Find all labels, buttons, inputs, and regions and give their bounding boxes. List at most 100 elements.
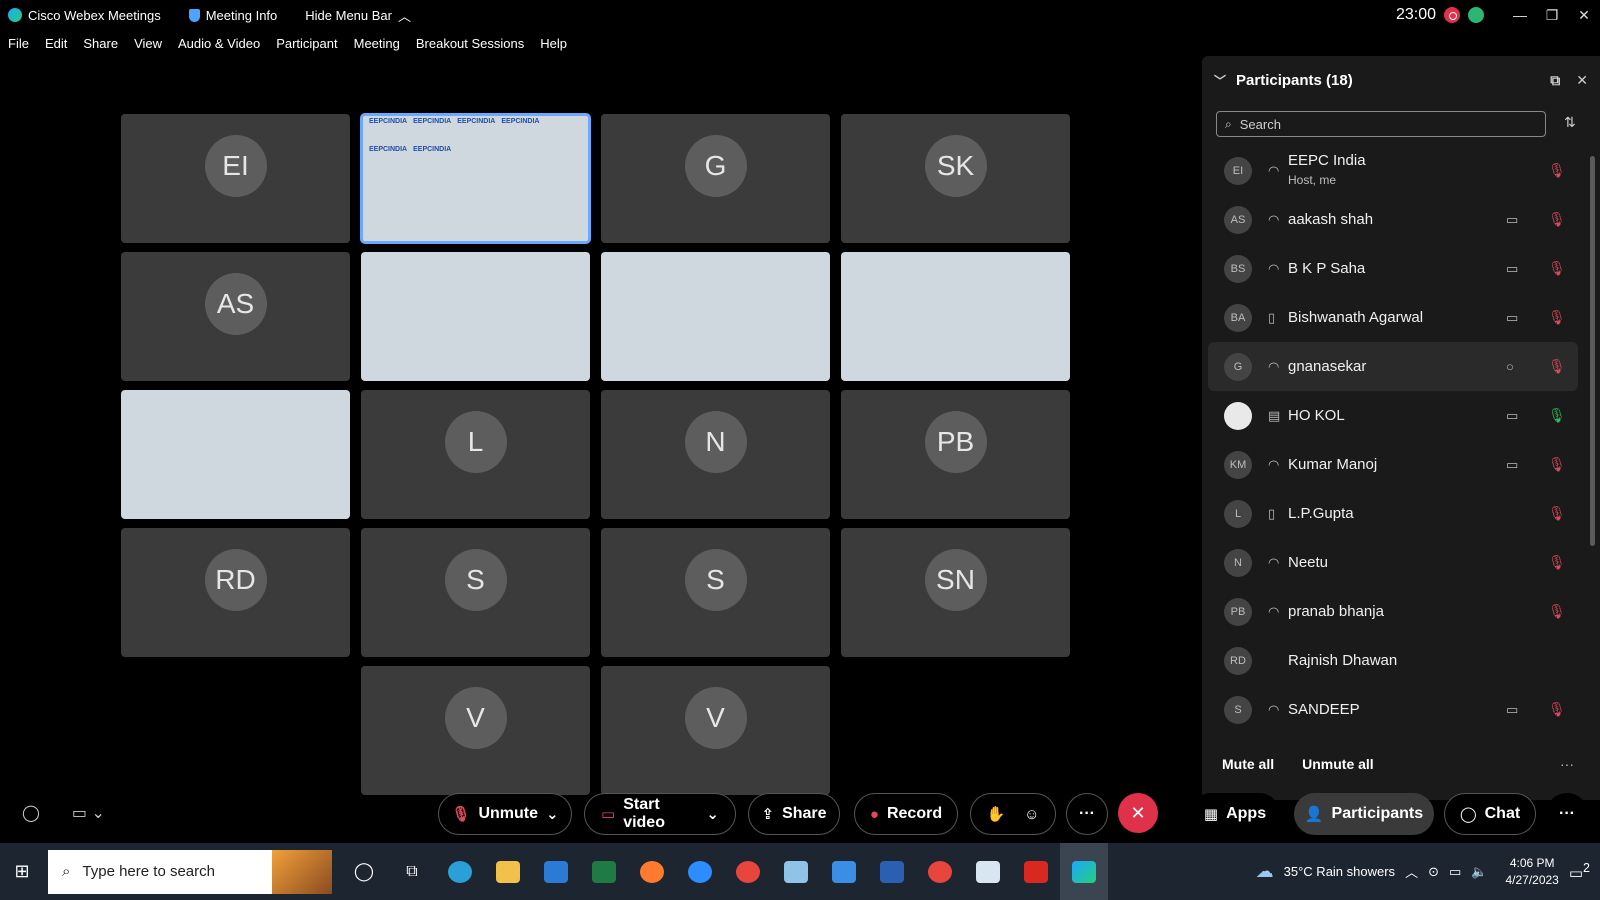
close-window-button[interactable]: ✕ (1569, 7, 1599, 24)
participant-row[interactable]: S ◠ SANDEEP ▭ 🎙 (1208, 685, 1578, 734)
participant-row[interactable]: PB ◠ pranab bhanja 🎙 (1208, 587, 1578, 636)
mute-all-button[interactable]: Mute all (1222, 756, 1274, 772)
video-tile[interactable]: RD (121, 528, 350, 657)
weather-text[interactable]: 35°C Rain showers (1284, 864, 1395, 879)
record-button[interactable]: ● Record (854, 793, 958, 835)
minimize-button[interactable]: — (1505, 7, 1535, 23)
mic-muted-icon[interactable]: 🎙 (1548, 309, 1566, 326)
participant-row[interactable]: RD Rajnish Dhawan (1208, 636, 1578, 685)
participant-row[interactable]: ▤ HO KOL ▭ 🎙 (1208, 391, 1578, 440)
unmute-all-button[interactable]: Unmute all (1302, 756, 1374, 772)
overflow-button[interactable]: ··· (1546, 793, 1588, 835)
zoom-icon[interactable] (676, 843, 724, 900)
acrobat-icon[interactable] (1012, 843, 1060, 900)
participant-row[interactable]: G ◠ gnanasekar ○ 🎙 (1208, 342, 1578, 391)
recording-status-icon[interactable] (1444, 7, 1460, 23)
captions-icon[interactable]: ▭ ⌄ (72, 803, 105, 823)
more-options-button[interactable]: ··· (1066, 793, 1108, 835)
participant-row[interactable]: BA ▯ Bishwanath Agarwal ▭ 🎙 (1208, 293, 1578, 342)
mic-muted-icon[interactable]: 🎙 (1548, 211, 1566, 228)
restore-button[interactable]: ❐ (1537, 7, 1567, 24)
meet-now-icon[interactable]: ⊙ (1428, 864, 1439, 880)
participant-row[interactable]: KM ◠ Kumar Manoj ▭ 🎙 (1208, 440, 1578, 489)
mic-muted-icon[interactable]: 🎙 (1548, 162, 1566, 179)
menu-view[interactable]: View (134, 36, 162, 51)
video-tile[interactable]: SK (841, 114, 1070, 243)
participant-row[interactable]: AS ◠ aakash shah ▭ 🎙 (1208, 195, 1578, 244)
network-health-icon[interactable] (1468, 7, 1484, 23)
video-tile[interactable]: V (361, 666, 590, 795)
unmute-button[interactable]: 🎙 Unmute ⌄ (438, 793, 572, 835)
chrome-profile-icon[interactable] (916, 843, 964, 900)
search-input[interactable] (1239, 116, 1520, 132)
chrome-icon[interactable] (724, 843, 772, 900)
file-explorer-icon[interactable] (484, 843, 532, 900)
video-tile[interactable]: N (601, 390, 830, 519)
mic-muted-icon[interactable]: 🎙 (1548, 358, 1566, 375)
leave-meeting-button[interactable]: ✕ (1118, 793, 1158, 833)
video-tile-camera[interactable] (121, 390, 350, 519)
menu-share[interactable]: Share (83, 36, 118, 51)
chat-button[interactable]: ◯ Chat (1444, 793, 1536, 835)
weather-cloud-icon[interactable]: ☁ (1256, 861, 1274, 882)
chevron-down-icon[interactable]: ⌄ (546, 805, 559, 823)
video-tile[interactable]: EI (121, 114, 350, 243)
participant-row[interactable]: BS ◠ B K P Saha ▭ 🎙 (1208, 244, 1578, 293)
menu-help[interactable]: Help (540, 36, 567, 51)
volume-icon[interactable]: 🔈 (1471, 864, 1487, 880)
panel-more-button[interactable]: ··· (1560, 756, 1574, 772)
store-icon[interactable] (820, 843, 868, 900)
menu-edit[interactable]: Edit (45, 36, 67, 51)
task-view-icon[interactable]: ⧉ (388, 843, 436, 900)
raise-hand-icon[interactable]: ✋ (986, 805, 1005, 823)
apps-button[interactable]: ▦ Apps (1190, 793, 1280, 835)
sort-icon[interactable]: ⇅ (1564, 114, 1576, 131)
firefox-icon[interactable] (628, 843, 676, 900)
video-tile-camera[interactable] (361, 252, 590, 381)
participants-button[interactable]: 👤 Participants (1294, 793, 1434, 835)
pop-out-icon[interactable]: ⧉ (1550, 72, 1560, 89)
share-button[interactable]: ⇪ Share (748, 793, 840, 835)
video-tile[interactable]: G (601, 114, 830, 243)
participant-row[interactable]: L ▯ L.P.Gupta 🎙 (1208, 489, 1578, 538)
loading-ring-icon[interactable]: ◯ (22, 803, 40, 823)
network-icon[interactable]: ▭ (1449, 864, 1461, 880)
participant-row[interactable]: N ◠ Neetu 🎙 (1208, 538, 1578, 587)
video-tile[interactable]: AS (121, 252, 350, 381)
mic-on-icon[interactable]: 🎙 (1548, 407, 1566, 424)
hide-menu-bar-button[interactable]: Hide Menu Bar ︿ (305, 6, 411, 25)
meeting-info-button[interactable]: Meeting Info (188, 8, 277, 23)
taskbar-search[interactable]: ⌕ Type here to search (48, 849, 332, 894)
mic-muted-icon[interactable]: 🎙 (1548, 505, 1566, 522)
mic-muted-icon[interactable]: 🎙 (1548, 260, 1566, 277)
mail-icon[interactable] (532, 843, 580, 900)
close-panel-icon[interactable]: ✕ (1576, 72, 1588, 89)
video-tile[interactable]: S (601, 528, 830, 657)
word-icon[interactable] (868, 843, 916, 900)
cortana-icon[interactable]: ◯ (340, 843, 388, 900)
menu-audio-video[interactable]: Audio & Video (178, 36, 260, 51)
video-tile[interactable]: PB (841, 390, 1070, 519)
edge-icon[interactable] (436, 843, 484, 900)
video-tile[interactable]: SN (841, 528, 1070, 657)
participant-search[interactable]: ⌕ (1216, 111, 1546, 137)
paint-icon[interactable] (772, 843, 820, 900)
webex-meetings-icon[interactable] (1060, 843, 1108, 900)
video-tile[interactable]: L (361, 390, 590, 519)
taskbar-clock[interactable]: 4:06 PM 4/27/2023 (1505, 855, 1558, 889)
mic-muted-icon[interactable]: 🎙 (1548, 603, 1566, 620)
mic-muted-icon[interactable]: 🎙 (1548, 456, 1566, 473)
video-tile[interactable]: S (361, 528, 590, 657)
video-tile-active-speaker[interactable]: EEPCINDIA EEPCINDIA EEPCINDIA EEPCINDIA EEPC… (360, 113, 591, 244)
panel-scrollbar[interactable] (1590, 156, 1595, 546)
reactions-icon[interactable]: ☺ (1024, 806, 1039, 823)
participant-row[interactable]: EI ◠ EEPC India Host, me 🎙 (1208, 146, 1578, 195)
notifications-icon[interactable]: ▭2 (1569, 861, 1590, 882)
video-tile[interactable]: V (601, 666, 830, 795)
menu-meeting[interactable]: Meeting (354, 36, 400, 51)
excel-icon[interactable] (580, 843, 628, 900)
webex-app-icon[interactable] (964, 843, 1012, 900)
menu-file[interactable]: File (8, 36, 29, 51)
tray-chevron-icon[interactable]: ︿ (1405, 862, 1418, 881)
menu-breakout-sessions[interactable]: Breakout Sessions (416, 36, 524, 51)
